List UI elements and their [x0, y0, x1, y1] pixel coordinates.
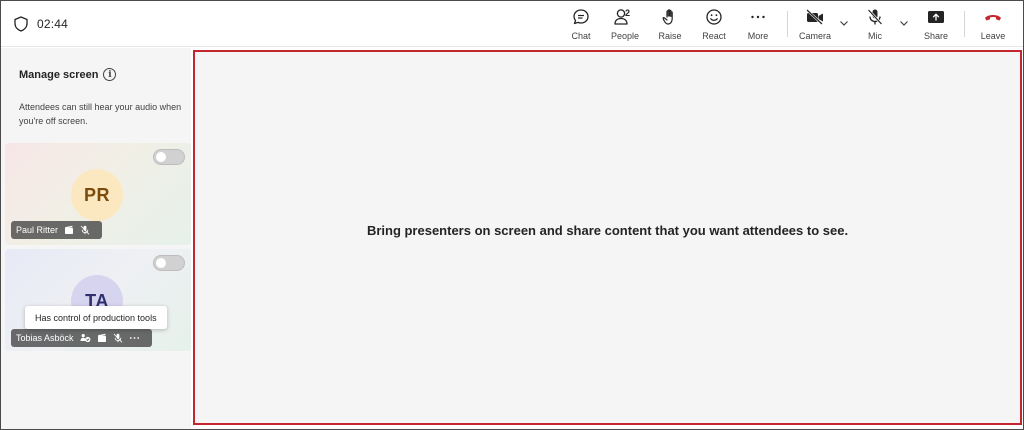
participant-name-bar: Tobias Asböck — [11, 329, 152, 347]
participant-name-bar: Paul Ritter — [11, 221, 102, 239]
share-screen-icon — [928, 11, 944, 23]
shield-icon — [14, 16, 28, 32]
meeting-timer: 02:44 — [37, 17, 69, 31]
clapperboard-icon — [65, 225, 74, 234]
participant-card[interactable]: TA Tobias Asböck — [5, 249, 191, 351]
share-button[interactable]: Share — [923, 6, 949, 44]
camera-off-icon — [806, 9, 823, 25]
raise-hand-button[interactable]: Raise — [658, 6, 682, 44]
meeting-toolbar: 02:44 Chat 2 People Raise React More Cam… — [1, 1, 1023, 47]
camera-button[interactable]: Camera — [799, 6, 831, 44]
raise-hand-icon — [662, 9, 673, 25]
hang-up-icon — [985, 15, 1001, 21]
leave-button[interactable]: Leave — [981, 6, 1005, 44]
production-tools-tooltip: Has control of production tools — [25, 306, 167, 329]
info-icon[interactable]: i — [103, 68, 117, 81]
participant-name: Paul Ritter — [16, 225, 59, 235]
manage-screen-panel: Manage screen i Attendees can still hear… — [1, 48, 191, 429]
avatar: PR — [71, 169, 123, 221]
more-icon — [751, 15, 765, 19]
production-tools-icon[interactable] — [80, 333, 91, 343]
on-screen-toggle[interactable] — [153, 149, 185, 165]
react-button[interactable]: React — [702, 6, 726, 44]
chat-button[interactable]: Chat — [569, 6, 593, 44]
more-options-icon[interactable] — [129, 333, 140, 343]
smile-icon — [706, 9, 722, 25]
toolbar-separator — [964, 11, 965, 37]
mic-off-icon — [80, 225, 90, 235]
toolbar-separator — [787, 11, 788, 37]
panel-title: Manage screen — [19, 68, 99, 81]
mic-options-chevron-icon[interactable] — [899, 19, 909, 27]
clapperboard-icon — [97, 333, 106, 342]
panel-description: Attendees can still hear your audio when… — [19, 102, 182, 126]
participant-card[interactable]: PR Paul Ritter — [5, 143, 191, 245]
people-count: 2 — [625, 8, 631, 18]
more-button[interactable]: More — [745, 6, 771, 44]
chat-icon — [573, 9, 589, 25]
camera-options-chevron-icon[interactable] — [839, 19, 849, 27]
mic-button[interactable]: Mic — [863, 6, 887, 44]
mic-off-icon — [867, 9, 883, 25]
people-button[interactable]: 2 People — [611, 6, 639, 44]
participant-name: Tobias Asböck — [16, 333, 74, 343]
on-screen-toggle[interactable] — [153, 255, 185, 271]
presentation-stage: Bring presenters on screen and share con… — [193, 50, 1022, 425]
mic-off-icon — [113, 333, 122, 343]
stage-empty-message: Bring presenters on screen and share con… — [366, 223, 849, 238]
